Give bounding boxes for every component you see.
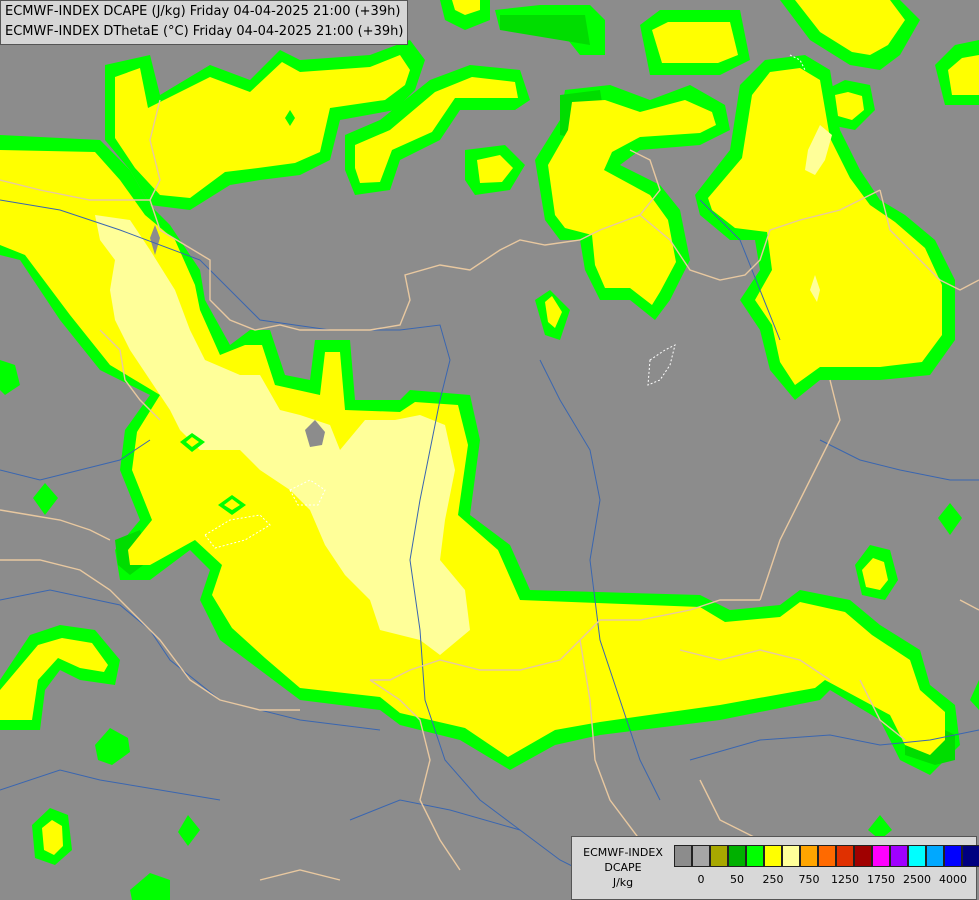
legend-swatch	[692, 845, 710, 867]
legend-swatch	[908, 845, 926, 867]
legend-ticks: 0 50 250 750 1250 1750 2500 4000	[674, 873, 974, 889]
legend-swatch	[710, 845, 728, 867]
legend-swatch	[836, 845, 854, 867]
legend-swatch	[926, 845, 944, 867]
title-dcape: ECMWF-INDEX DCAPE (J/kg) Friday 04-04-20…	[5, 4, 401, 19]
legend-swatches	[674, 845, 979, 867]
legend-tick-label: 1250	[831, 873, 859, 886]
legend-tick-label: 2500	[903, 873, 931, 886]
legend-tick-label: 750	[798, 873, 820, 886]
legend-swatch	[818, 845, 836, 867]
legend-swatch	[674, 845, 692, 867]
legend-swatch	[962, 845, 979, 867]
legend-title-param: DCAPE	[604, 861, 642, 874]
legend-tick-label: 0	[697, 873, 705, 886]
legend-tick-label: 250	[762, 873, 784, 886]
legend-title-model: ECMWF-INDEX	[583, 846, 663, 859]
map-title-box: ECMWF-INDEX DCAPE (J/kg) Friday 04-04-20…	[0, 0, 409, 45]
legend-swatch	[764, 845, 782, 867]
legend-swatch	[746, 845, 764, 867]
dcape-map	[0, 0, 979, 900]
legend-swatch	[800, 845, 818, 867]
legend-swatch	[944, 845, 962, 867]
legend-title: ECMWF-INDEX DCAPE J/kg	[574, 845, 672, 890]
color-legend: ECMWF-INDEX DCAPE J/kg 0 50 250 750 1250 1750…	[571, 836, 979, 900]
legend-unit: J/kg	[612, 876, 634, 889]
legend-swatch	[782, 845, 800, 867]
legend-tick-label: 1750	[867, 873, 895, 886]
title-dthetae: ECMWF-INDEX DThetaE (°C) Friday 04-04-20…	[5, 24, 404, 39]
legend-swatch	[728, 845, 746, 867]
legend-swatch	[890, 845, 908, 867]
legend-swatch	[854, 845, 872, 867]
legend-tick-label: 50	[730, 873, 744, 886]
legend-swatch	[872, 845, 890, 867]
legend-tick-label: 4000	[939, 873, 967, 886]
